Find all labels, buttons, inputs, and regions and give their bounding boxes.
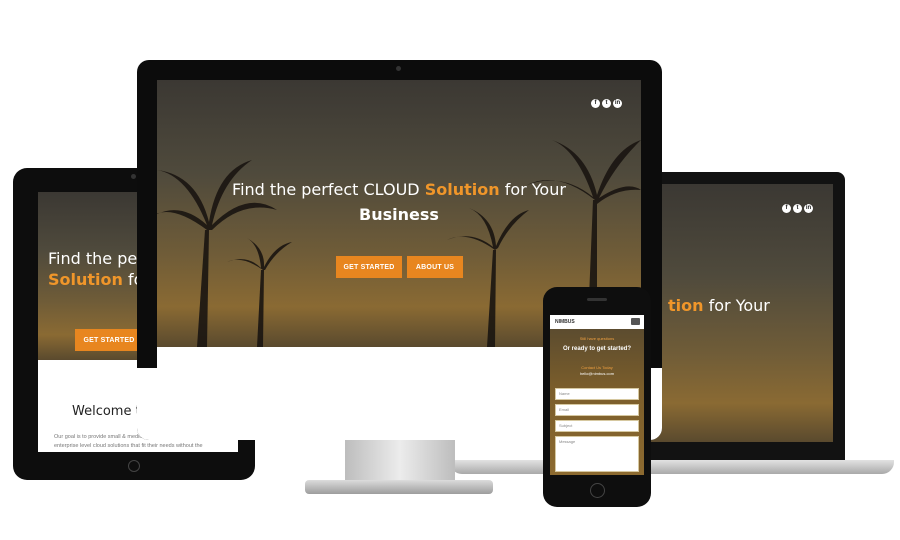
facebook-icon[interactable]: f: [782, 204, 791, 213]
headline-post: for Your: [499, 180, 566, 199]
linkedin-icon[interactable]: in: [804, 204, 813, 213]
phone-email-field[interactable]: Email: [555, 404, 639, 416]
phone-device: NIMBUS Still have questions Or ready to …: [543, 287, 651, 507]
phone-subject-field[interactable]: Subject: [555, 420, 639, 432]
hamburger-menu-icon[interactable]: [631, 318, 640, 325]
phone-name-field[interactable]: Name: [555, 388, 639, 400]
twitter-icon[interactable]: t: [602, 99, 611, 108]
twitter-icon[interactable]: t: [793, 204, 802, 213]
laptop-base: [450, 460, 894, 474]
laptop-headline-post: for Your: [703, 296, 770, 315]
tablet-welcome-heading: Welcome t: [72, 404, 141, 419]
facebook-icon[interactable]: f: [591, 99, 600, 108]
headline-accent: Solution: [424, 180, 500, 199]
laptop-headline-accent: tion: [668, 296, 704, 315]
laptop-social-icons: f t in: [782, 204, 813, 213]
phone-screen: NIMBUS Still have questions Or ready to …: [550, 315, 644, 475]
monitor-stand-foot: [305, 480, 493, 494]
phone-contact-label[interactable]: Contact Us Today: [550, 365, 644, 370]
phone-ready-text: Or ready to get started?: [562, 346, 631, 352]
laptop-screen: f t in tion for Your: [640, 184, 833, 442]
laptop-device: f t in tion for Your: [640, 172, 845, 462]
phone-tagline: Still have questions: [579, 336, 615, 341]
tablet-home-button-circle[interactable]: [128, 460, 140, 472]
monitor-camera: [396, 66, 401, 71]
phone-contact-email[interactable]: hello@nimbus.com: [550, 371, 644, 376]
laptop-hero-headline: tion for Your: [640, 296, 833, 315]
tablet-headline-line1: Find the pe: [48, 249, 138, 268]
headline-pre: Find the perfect CLOUD: [232, 180, 425, 199]
phone-speaker: [587, 298, 607, 301]
tablet-headline-accent: Solution: [48, 270, 123, 289]
monitor-social-icons: f t in: [591, 99, 622, 108]
linkedin-icon[interactable]: in: [613, 99, 622, 108]
phone-home-button[interactable]: [590, 483, 605, 498]
get-started-button[interactable]: GET STARTED: [336, 256, 402, 278]
headline-line2: Business: [359, 205, 439, 224]
about-us-button[interactable]: ABOUT US: [407, 256, 463, 278]
tablet-body-text-2: enterprise level cloud solutions that fi…: [54, 443, 203, 449]
phone-logo[interactable]: NIMBUS: [555, 319, 575, 325]
tablet-camera: [131, 174, 136, 179]
tablet-get-started-button[interactable]: GET STARTED: [75, 329, 143, 351]
phone-message-field[interactable]: Message: [555, 436, 639, 472]
phone-navbar: NIMBUS: [550, 315, 644, 329]
monitor-hero-headline: Find the perfect CLOUD Solution for Your…: [157, 177, 641, 227]
